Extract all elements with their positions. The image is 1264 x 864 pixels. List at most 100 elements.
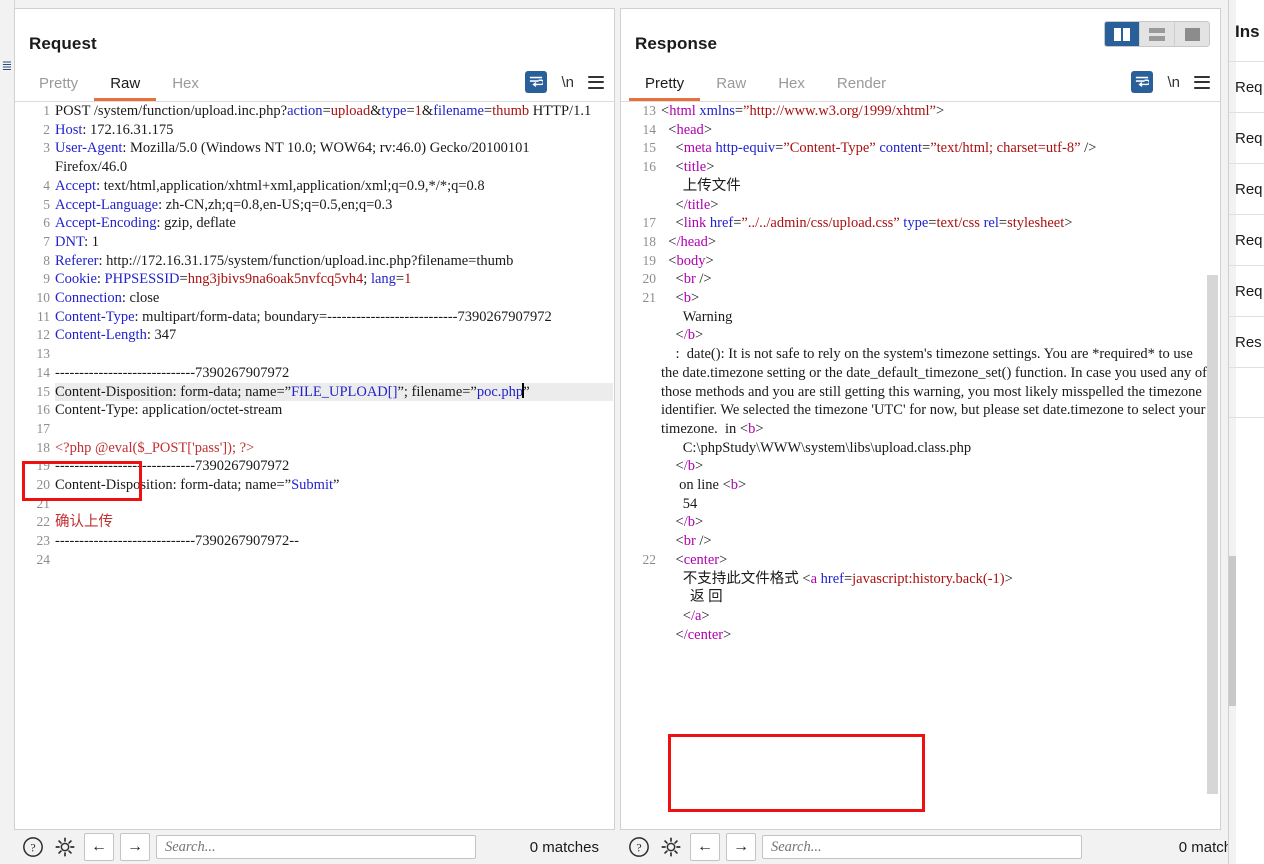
line-number: 1 [43,103,50,118]
response-code-rows: 13 <html xmlns=”http://www.w3.org/1999/x… [622,102,1219,644]
code-line: 14 -----------------------------73902679… [16,364,613,383]
line-number: 6 [43,215,50,231]
line-number: 5 [43,196,50,212]
line-number: 15 [642,140,657,156]
request-panel-title: Request [29,34,97,53]
inspector-scrollbar-thumb[interactable] [1229,556,1236,706]
line-content: -----------------------------73902679079… [55,533,299,550]
line-number: 8 [43,252,50,268]
burp-suite-window: ≣ Request Pretty Raw Hex \n 1 POST /syst… [0,0,1264,864]
code-line: 11 Content-Type: multipart/form-data; bo… [16,308,613,327]
line-content: <link href=”../../admin/css/upload.css” … [661,215,1073,232]
code-line: 23 -----------------------------73902679… [16,532,613,551]
request-search-input[interactable] [156,835,476,859]
line-content: Cookie: PHPSESSID=hng3jbivs9na6oak5nvfcq… [55,271,412,288]
request-code-area[interactable]: 1 POST /system/function/upload.​inc.php?… [16,102,613,799]
code-line: 13 [16,345,613,364]
line-content [55,345,613,364]
line-number: 24 [36,551,51,567]
line-number: 12 [36,327,51,343]
question-mark-icon[interactable]: ? [626,834,652,860]
single-pane-layout-button[interactable] [1175,22,1209,46]
line-content: Connection: close [55,290,160,307]
line-number: 20 [642,271,657,287]
inspector-row-request-body-parameters[interactable]: Req [1229,163,1264,214]
inspector-panel: Ins Req Req Req Req Req Res [1228,0,1264,864]
code-line: 7 DNT: 1 [16,233,613,252]
code-line: 22 确认上传 [16,513,613,532]
response-panel-title: Response [635,34,718,53]
response-code-area[interactable]: 13 <html xmlns=”http://www.w3.org/1999/x… [622,102,1219,799]
word-wrap-icon[interactable] [1131,71,1154,93]
hamburger-menu-icon[interactable] [588,75,604,89]
hamburger-menu-icon[interactable] [1194,75,1210,89]
line-content: DNT: 1 [55,233,99,250]
line-content: -----------------------------73902679079… [55,364,290,381]
inspector-row-request-query-parameters[interactable]: Req [1229,112,1264,163]
code-line: 20 <br /> [622,270,1219,289]
code-line: 13 <html xmlns=”http://www.w3.org/1999/x… [622,102,1219,121]
code-line: 15 <meta http-equiv=”Content-Type” conte… [622,139,1219,158]
inspector-title: Ins [1235,22,1260,41]
line-number: 23 [36,533,51,549]
line-content: Accept-Language: zh-CN,zh;q=0.8,en-US;q=… [55,196,393,213]
line-content: Content-Disposition: form-data; name=”FI… [55,382,613,402]
line-number: 16 [642,159,657,175]
tab-response-pretty[interactable]: Pretty [629,75,701,101]
response-tabs: Pretty Raw Hex Render [629,71,902,101]
gear-icon[interactable] [658,834,684,860]
newline-toggle[interactable]: \n [561,74,574,91]
svg-text:?: ? [30,841,35,855]
arrow-right-icon[interactable]: → [726,833,756,861]
tab-request-pretty[interactable]: Pretty [23,75,94,101]
line-number: 18 [642,233,657,249]
line-number: 3 [43,140,50,156]
response-panel: Response Pretty Raw Hex Render \n 13 <ht… [620,8,1221,830]
code-line: 19 -----------------------------73902679… [16,457,613,476]
tab-request-hex[interactable]: Hex [156,75,215,101]
response-scrollbar-thumb[interactable] [1207,275,1218,794]
tab-response-render[interactable]: Render [821,75,902,101]
tab-response-hex[interactable]: Hex [762,75,821,101]
inspector-row-response-headers[interactable]: Res [1229,316,1264,367]
inspector-row-request-headers[interactable]: Req [1229,265,1264,316]
line-content [55,495,613,514]
line-number: 16 [36,402,51,418]
line-content: Content-Length: 347 [55,327,177,344]
collapse-panel-icon[interactable]: ≣ [1,52,13,78]
arrow-left-icon[interactable]: ← [690,833,720,861]
response-vertical-scrollbar[interactable] [1207,103,1218,798]
line-number: 14 [36,364,51,380]
gear-icon[interactable] [52,834,78,860]
response-bottom-toolbar: ? ← → 0 matches [620,830,1264,864]
newline-toggle[interactable]: \n [1167,74,1180,91]
word-wrap-icon[interactable] [525,71,548,93]
line-content [55,420,613,439]
request-match-count: 0 matches [529,838,599,856]
arrow-right-icon[interactable]: → [120,833,150,861]
line-content: -----------------------------73902679079… [55,458,290,475]
tab-request-raw[interactable]: Raw [94,75,157,101]
code-line: 24 [16,551,613,570]
tab-response-raw[interactable]: Raw [700,75,762,101]
line-content: Referer: http://172.16.31.175/system/fun… [55,252,514,269]
request-tab-tools: \n [525,71,604,93]
line-number: 14 [642,121,657,137]
line-content: Content-Type: multipart/form-data; bound… [55,308,552,325]
horizontal-split-layout-button[interactable] [1140,22,1175,46]
left-edge-strip: ≣ [0,0,15,864]
code-line: 12 Content-Length: 347 [16,326,613,345]
arrow-left-icon[interactable]: ← [84,833,114,861]
response-tab-tools: \n [1131,71,1210,93]
text-caret [522,382,525,398]
question-mark-icon[interactable]: ? [20,834,46,860]
code-line: 20 Content-Disposition: form-data; name=… [16,476,613,495]
inspector-row-request-cookies[interactable]: Req [1229,214,1264,265]
inspector-row-request-attributes[interactable]: Req [1229,61,1264,112]
response-search-input[interactable] [762,835,1082,859]
vertical-split-layout-button[interactable] [1105,22,1140,46]
line-content: POST /system/function/upload.​inc.php?ac… [55,103,592,119]
line-number: 17 [642,215,657,231]
request-code-rows: 1 POST /system/function/upload.​inc.php?… [16,102,613,570]
code-line: 21 [16,495,613,514]
